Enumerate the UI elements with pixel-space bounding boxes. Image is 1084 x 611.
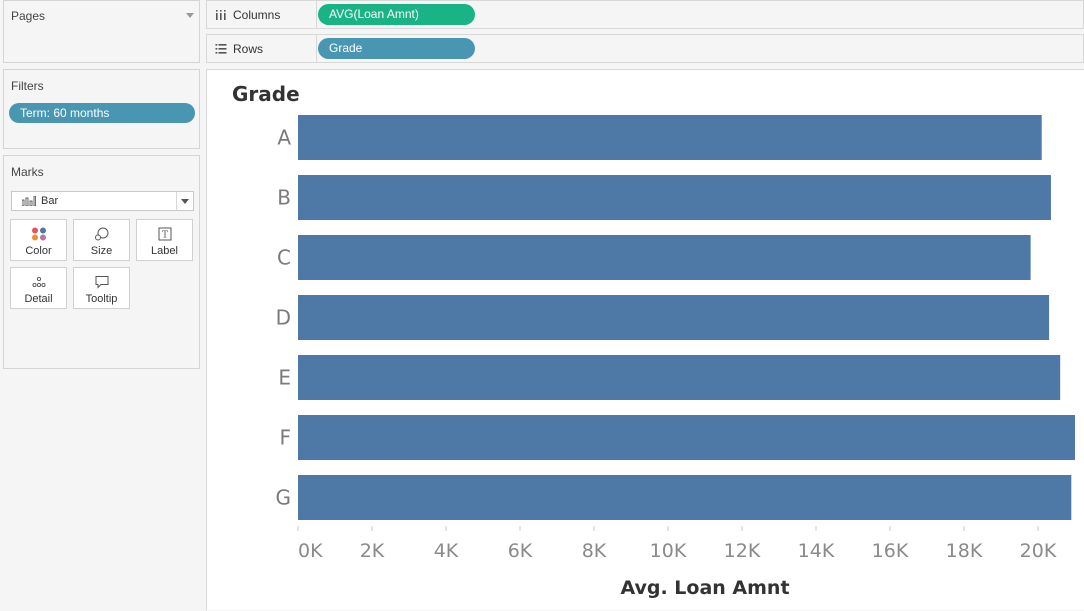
bar-d[interactable] <box>298 295 1050 340</box>
size-circles-icon <box>94 227 108 241</box>
category-label-a: A <box>277 126 291 150</box>
color-button[interactable]: Color <box>10 219 67 261</box>
label-button-label: Label <box>151 245 178 257</box>
pages-menu-caret-icon[interactable] <box>186 13 194 18</box>
x-axis-title: Avg. Loan Amnt <box>620 577 789 599</box>
rows-shelf-label: Rows <box>233 42 264 56</box>
mark-type-dropdown-button[interactable] <box>176 192 193 210</box>
bar-f[interactable] <box>298 415 1075 460</box>
mark-type-dropdown[interactable]: Bar <box>11 191 194 211</box>
x-axis-tick-label: 16K <box>872 540 909 562</box>
columns-shelf-label: Columns <box>233 8 281 22</box>
x-axis-tick-label: 18K <box>946 540 983 562</box>
x-axis-tick-label: 10K <box>650 540 687 562</box>
columns-pill-avg-loan-amnt[interactable]: AVG(Loan Amnt) <box>318 4 475 25</box>
x-axis-tick-label: 6K <box>508 540 533 562</box>
category-label-d: D <box>276 306 291 330</box>
speech-bubble-icon <box>95 276 108 289</box>
row-header-grade: Grade <box>232 82 300 106</box>
viz-canvas: Grade A B C D E F G 0K 2K 4K 6K 8K 10K 12K 14K 16K 18K 2… <box>206 69 1084 610</box>
category-label-f: F <box>279 426 291 450</box>
svg-text:T: T <box>161 231 167 241</box>
label-button[interactable]: T Label <box>136 219 193 261</box>
x-axis-tick-label: 0K <box>298 540 323 562</box>
x-axis-tick-label: 8K <box>582 540 607 562</box>
bar-g[interactable] <box>298 475 1072 520</box>
bar-c[interactable] <box>298 235 1031 280</box>
filters-card: Filters Term: 60 months <box>3 69 200 149</box>
columns-shelf: Columns AVG(Loan Amnt) <box>206 0 1084 29</box>
chevron-down-icon <box>181 199 189 204</box>
detail-dots-icon <box>31 276 46 288</box>
category-label-e: E <box>278 366 291 390</box>
rows-shelf: Rows Grade <box>206 34 1084 63</box>
category-label-g: G <box>276 486 292 510</box>
filter-pill-term[interactable]: Term: 60 months <box>9 103 195 123</box>
tooltip-button-label: Tooltip <box>85 293 118 305</box>
x-axis-tick-label: 20K <box>1020 540 1057 562</box>
rows-icon <box>215 44 227 54</box>
columns-icon <box>216 10 226 20</box>
color-dots-icon <box>31 227 46 241</box>
shelf-divider <box>316 1 317 28</box>
size-button[interactable]: Size <box>73 219 130 261</box>
bar-b[interactable] <box>298 175 1051 220</box>
bar-chart: Grade A B C D E F G 0K 2K 4K 6K 8K 10K 12K 14K 16K 18K 2… <box>232 82 1075 599</box>
shelf-divider <box>316 35 317 62</box>
marks-title: Marks <box>11 165 44 179</box>
mark-type-label: Bar <box>41 195 59 207</box>
x-axis-tick-label: 4K <box>434 540 459 562</box>
rows-pill-grade[interactable]: Grade <box>318 38 475 59</box>
color-button-label: Color <box>25 245 52 257</box>
bar-chart-icon <box>22 196 36 206</box>
category-label-b: B <box>277 186 291 210</box>
detail-button-label: Detail <box>24 293 53 305</box>
pages-card: Pages <box>3 0 200 63</box>
x-axis-tick-label: 2K <box>360 540 385 562</box>
x-axis-tick-label: 14K <box>798 540 835 562</box>
pages-title: Pages <box>11 9 46 23</box>
x-axis-tick-label: 12K <box>724 540 761 562</box>
size-button-label: Size <box>90 245 113 257</box>
marks-card: Marks Bar Color Size T Label Detail Tool… <box>3 155 200 369</box>
text-label-icon: T <box>158 227 171 241</box>
detail-button[interactable]: Detail <box>10 267 67 309</box>
bar-a[interactable] <box>298 115 1042 160</box>
category-label-c: C <box>277 246 291 270</box>
filters-title: Filters <box>11 79 44 93</box>
tooltip-button[interactable]: Tooltip <box>73 267 130 309</box>
bar-e[interactable] <box>298 355 1061 400</box>
